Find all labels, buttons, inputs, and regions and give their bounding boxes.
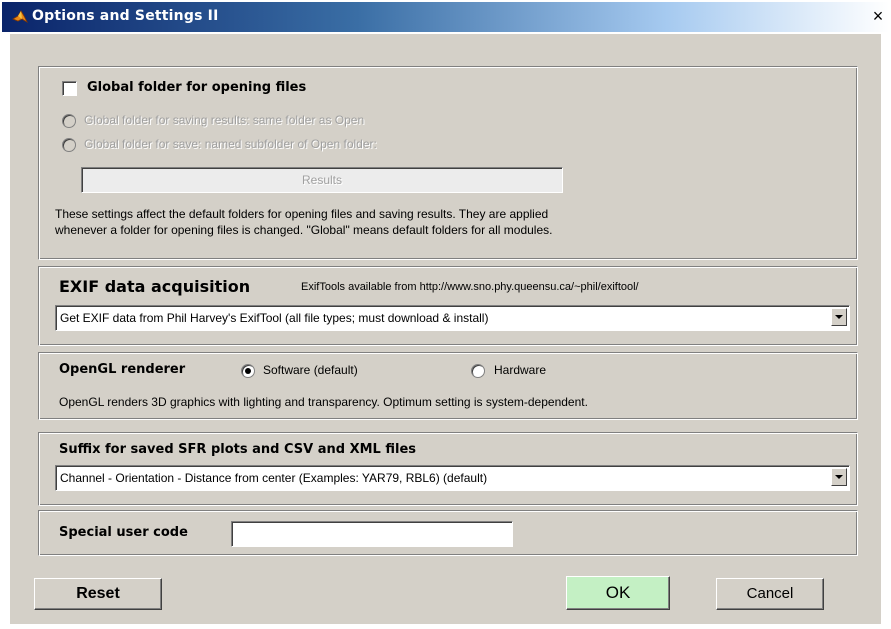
radio-hardware-label: Hardware	[494, 363, 547, 377]
chevron-down-icon[interactable]	[831, 308, 847, 326]
special-code-input[interactable]	[231, 521, 513, 547]
opengl-description: OpenGL renders 3D graphics with lighting…	[59, 395, 588, 409]
suffix-panel: Suffix for saved SFR plots and CSV and X…	[38, 432, 858, 506]
exif-source-select[interactable]: Get EXIF data from Phil Harvey's ExifToo…	[55, 305, 850, 331]
radio-software-label: Software (default)	[263, 363, 358, 377]
special-code-label: Special user code	[59, 525, 188, 540]
ok-button[interactable]: OK	[566, 576, 670, 610]
global-folder-description-2: whenever a folder for opening files is c…	[55, 223, 553, 237]
exif-source-value: Get EXIF data from Phil Harvey's ExifToo…	[60, 311, 489, 325]
cancel-button[interactable]: Cancel	[716, 578, 824, 610]
exif-panel: EXIF data acquisition ExifTools availabl…	[38, 266, 858, 346]
radio-subfolder[interactable]	[62, 138, 76, 152]
dialog-body: Global folder for opening files Global f…	[10, 34, 881, 624]
special-code-panel: Special user code	[38, 510, 858, 556]
close-icon[interactable]: ×	[867, 6, 889, 28]
exif-heading: EXIF data acquisition	[59, 277, 251, 296]
radio-same-folder[interactable]	[62, 114, 76, 128]
global-folder-checkbox[interactable]	[62, 81, 77, 96]
options-window: Options and Settings II × Global folder …	[0, 0, 891, 629]
opengl-panel: OpenGL renderer Software (default) Hardw…	[38, 352, 858, 420]
subfolder-name-value: Results	[301, 173, 342, 187]
suffix-heading: Suffix for saved SFR plots and CSV and X…	[59, 442, 416, 457]
global-folder-description-1: These settings affect the default folder…	[55, 207, 549, 221]
radio-hardware[interactable]	[471, 364, 485, 378]
radio-same-folder-label: Global folder for saving results: same f…	[84, 113, 365, 127]
global-folder-label: Global folder for opening files	[87, 80, 307, 95]
suffix-select[interactable]: Channel - Orientation - Distance from ce…	[55, 465, 850, 491]
window-title: Options and Settings II	[32, 8, 219, 24]
title-bar[interactable]: Options and Settings II ×	[2, 2, 889, 32]
matlab-logo-icon	[12, 10, 28, 24]
radio-software[interactable]	[241, 364, 255, 378]
opengl-heading: OpenGL renderer	[59, 362, 186, 377]
global-folder-panel: Global folder for opening files Global f…	[38, 66, 858, 260]
reset-button[interactable]: Reset	[34, 578, 162, 610]
radio-subfolder-label: Global folder for save: named subfolder …	[84, 137, 377, 151]
subfolder-name-input[interactable]: Results	[81, 167, 563, 193]
suffix-value: Channel - Orientation - Distance from ce…	[60, 471, 488, 485]
exif-tool-note: ExifTools available from http://www.sno.…	[301, 281, 639, 293]
chevron-down-icon[interactable]	[831, 468, 847, 486]
